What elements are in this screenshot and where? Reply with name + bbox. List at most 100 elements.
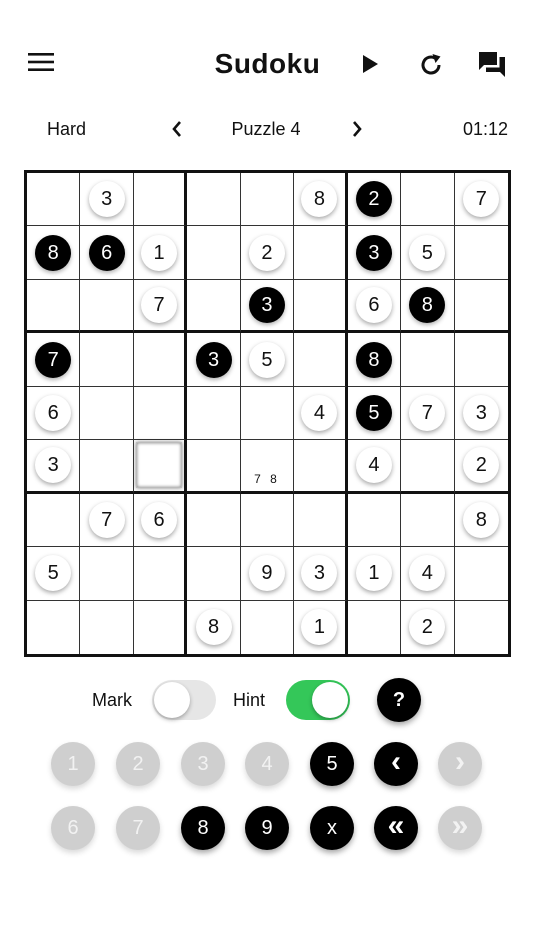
chat-button[interactable] [474,46,510,82]
cell-r9-c2[interactable] [80,600,134,654]
cell-r3-c2[interactable] [80,279,134,334]
cell-r6-c8[interactable] [401,440,455,494]
cell-r2-c4[interactable] [187,226,241,280]
cell-r8-c1[interactable]: 5 [27,547,81,601]
cell-r5-c3[interactable] [133,386,188,441]
cell-r9-c7[interactable] [348,600,402,654]
cell-r4-c2[interactable] [80,333,134,387]
cell-r3-c4[interactable] [187,279,241,334]
refresh-button[interactable] [414,48,448,82]
key-digit-5[interactable]: 5 [310,742,354,786]
cell-r8-c7[interactable]: 1 [347,547,402,601]
cell-r5-c2[interactable] [80,386,134,441]
cell-r5-c8[interactable]: 7 [401,386,455,441]
cell-r5-c4[interactable] [187,386,241,441]
hint-toggle[interactable] [286,680,350,720]
cell-r7-c5[interactable] [240,493,295,548]
cell-r2-c1[interactable]: 8 [27,226,81,280]
cell-r5-c5[interactable] [240,386,295,441]
cell-r1-c3[interactable] [133,173,188,227]
cell-r9-c6[interactable]: 1 [294,600,348,654]
cell-r9-c3[interactable] [134,600,188,654]
cell-r6-c7[interactable]: 4 [347,440,402,494]
cell-r1-c9[interactable]: 7 [454,173,508,227]
cell-r7-c6[interactable] [294,493,348,548]
cell-r5-c7[interactable]: 5 [347,386,402,441]
cell-r5-c9[interactable]: 3 [454,387,508,441]
cell-r7-c8[interactable] [401,493,455,548]
key-digit-9[interactable]: 9 [245,806,289,850]
cell-r6-c5[interactable]: 7 8 [240,440,295,494]
previous-puzzle-button[interactable] [165,117,189,141]
cell-r3-c7[interactable]: 6 [347,279,402,334]
cell-r2-c7[interactable]: 3 [347,226,402,280]
cell-r6-c2[interactable] [80,440,134,494]
key-chevron-right[interactable]: › [438,742,482,786]
play-button[interactable] [356,50,384,78]
cell-r1-c8[interactable] [401,173,455,227]
mark-toggle[interactable] [152,680,216,720]
cell-r7-c2[interactable]: 7 [80,493,134,548]
cell-r1-c1[interactable] [27,173,81,227]
cell-r9-c1[interactable] [27,600,81,654]
key-double-chevron-right[interactable]: » [438,806,482,850]
cell-r4-c6[interactable] [294,333,348,387]
cell-r4-c3[interactable] [133,333,188,387]
cell-r8-c9[interactable] [454,547,508,601]
key-digit-2[interactable]: 2 [116,742,160,786]
cell-r3-c6[interactable] [294,279,348,334]
next-puzzle-button[interactable] [345,117,369,141]
key-digit-x[interactable]: x [310,806,354,850]
cell-r2-c3[interactable]: 1 [133,226,188,280]
cell-r9-c8[interactable]: 2 [401,600,455,654]
cell-r4-c4[interactable]: 3 [187,333,241,387]
cell-r4-c5[interactable]: 5 [240,333,295,387]
key-digit-1[interactable]: 1 [51,742,95,786]
cell-r6-c1[interactable]: 3 [27,440,81,494]
cell-r1-c7[interactable]: 2 [347,173,402,227]
cell-r2-c8[interactable]: 5 [401,226,455,280]
cell-r2-c9[interactable] [454,226,508,280]
cell-r8-c8[interactable]: 4 [401,547,455,601]
cell-r7-c9[interactable]: 8 [454,494,508,548]
cell-r9-c5[interactable] [241,600,295,654]
cell-r3-c5[interactable]: 3 [240,279,295,334]
cell-r3-c3[interactable]: 7 [133,279,188,334]
cell-r4-c8[interactable] [401,333,455,387]
cell-r6-c9[interactable]: 2 [454,440,508,494]
cell-r6-c4[interactable] [187,440,241,494]
key-double-chevron-left[interactable]: « [374,806,418,850]
cell-r3-c9[interactable] [454,280,508,334]
menu-button[interactable] [26,46,56,78]
key-chevron-left[interactable]: ‹ [374,742,418,786]
key-digit-6[interactable]: 6 [51,806,95,850]
help-button[interactable]: ? [377,678,421,722]
cell-r7-c4[interactable] [187,493,241,548]
cell-r8-c6[interactable]: 3 [294,547,348,601]
cell-r7-c3[interactable]: 6 [133,493,188,548]
cell-r4-c9[interactable] [454,333,508,387]
cell-r2-c6[interactable] [294,226,348,280]
cell-r9-c4[interactable]: 8 [187,600,241,654]
key-digit-3[interactable]: 3 [181,742,225,786]
cell-r3-c8[interactable]: 8 [401,279,455,334]
key-digit-8[interactable]: 8 [181,806,225,850]
cell-r4-c1[interactable]: 7 [27,333,81,387]
cell-r6-c3[interactable] [133,440,188,494]
cell-r6-c6[interactable] [294,440,348,494]
cell-r7-c7[interactable] [347,493,402,548]
key-digit-7[interactable]: 7 [116,806,160,850]
cell-r3-c1[interactable] [27,279,81,334]
cell-r1-c5[interactable] [240,173,295,227]
cell-r1-c4[interactable] [187,173,241,227]
cell-r8-c3[interactable] [133,547,188,601]
cell-r5-c6[interactable]: 4 [294,386,348,441]
cell-r7-c1[interactable] [27,493,81,548]
cell-r4-c7[interactable]: 8 [347,333,402,387]
cell-r5-c1[interactable]: 6 [27,386,81,441]
cell-r8-c2[interactable] [80,547,134,601]
cell-r9-c9[interactable] [455,601,508,654]
cell-r8-c5[interactable]: 9 [240,547,295,601]
key-digit-4[interactable]: 4 [245,742,289,786]
cell-r8-c4[interactable] [187,547,241,601]
